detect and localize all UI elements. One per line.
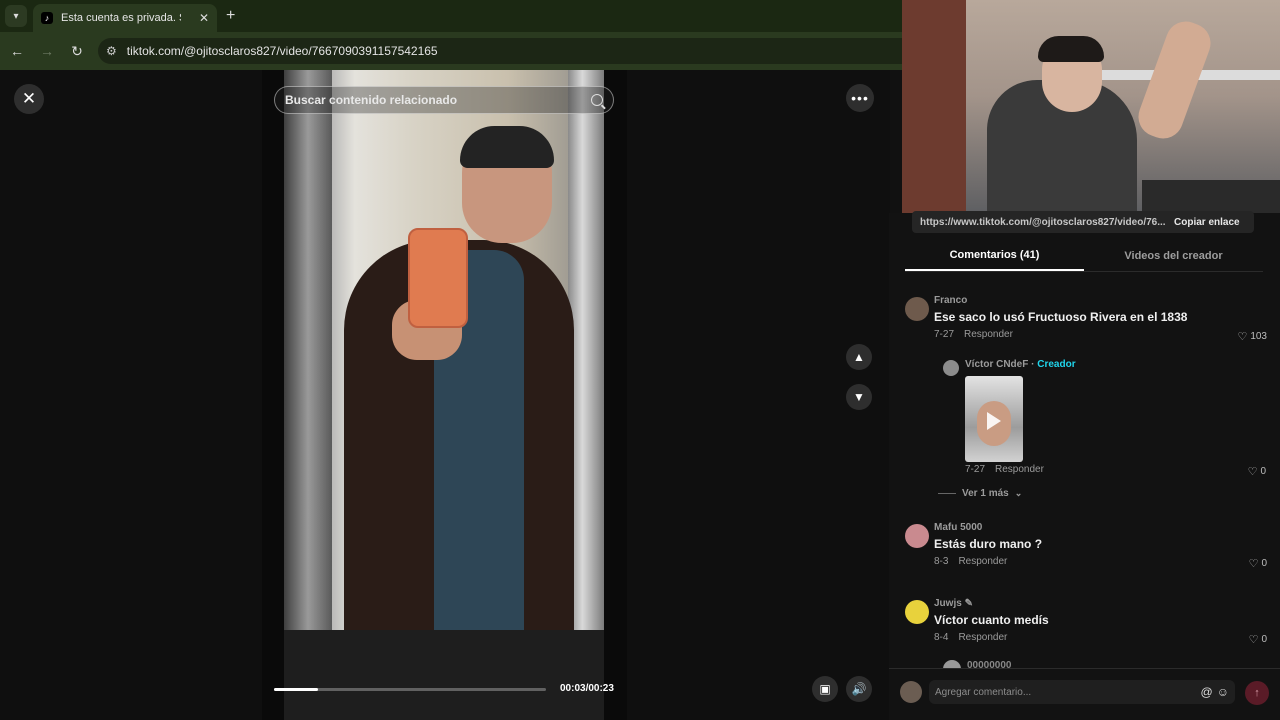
like-count: 0	[1261, 558, 1267, 569]
divider	[938, 493, 956, 494]
search-placeholder: Buscar contenido relacionado	[285, 93, 458, 107]
like-button[interactable]: ♡ 0	[1248, 465, 1266, 478]
reply-button[interactable]: Responder	[958, 556, 1007, 567]
panel-tabs: Comentarios (41) Videos del creador	[905, 240, 1263, 272]
play-icon[interactable]	[987, 412, 1001, 430]
picture-in-picture-icon[interactable]: ▣	[812, 676, 838, 702]
site-info-icon[interactable]: ⚙	[106, 44, 117, 58]
address-bar[interactable]: ⚙ tiktok.com/@ojitosclaros827/video/7667…	[98, 38, 902, 64]
webcam-wall	[902, 0, 966, 213]
reply-username-text: Víctor CNdeF	[965, 359, 1029, 370]
comment-username[interactable]: Juwjs ✎	[934, 598, 973, 609]
reply-username[interactable]: Víctor CNdeF · Creador	[965, 359, 1076, 370]
reply-date: 7-27	[965, 464, 986, 475]
heart-icon[interactable]: ♡	[1237, 330, 1247, 343]
tab-creator-videos[interactable]: Videos del creador	[1084, 240, 1263, 271]
webcam-keyboard	[1142, 180, 1280, 213]
more-options-icon[interactable]: •••	[846, 84, 874, 112]
mention-icon[interactable]: @	[1201, 685, 1213, 699]
avatar[interactable]	[943, 360, 959, 376]
webcam-arm	[1132, 15, 1217, 145]
elevator-floor	[284, 630, 604, 720]
reply-video-thumbnail[interactable]	[965, 376, 1023, 462]
like-button[interactable]: ♡ 0	[1249, 633, 1267, 646]
heart-icon[interactable]: ♡	[1249, 557, 1259, 570]
comment-username-text: Juwjs	[934, 598, 962, 609]
comment-input[interactable]: Agregar comentario... @ ☺	[929, 680, 1235, 704]
heart-icon[interactable]: ♡	[1249, 633, 1259, 646]
close-tab-icon[interactable]: ✕	[199, 11, 209, 25]
webcam-overlay	[902, 0, 1280, 213]
reply-button[interactable]: Responder	[964, 329, 1013, 340]
comment-meta: 8-4 Responder	[934, 632, 1007, 643]
comment-placeholder: Agregar comentario...	[935, 686, 1032, 698]
like-count: 0	[1260, 466, 1266, 477]
forward-icon[interactable]: →	[34, 38, 60, 64]
chevron-down-icon[interactable]: ▼	[846, 384, 872, 410]
view-more-label: Ver 1 más	[962, 488, 1009, 499]
reply-meta: 7-27 Responder	[965, 464, 1044, 475]
reload-icon[interactable]: ↻	[64, 38, 90, 64]
like-button[interactable]: ♡ 103	[1237, 330, 1267, 343]
heart-icon[interactable]: ♡	[1248, 465, 1258, 478]
send-button[interactable]: ↑	[1245, 681, 1269, 705]
comment-date: 8-4	[934, 632, 949, 643]
page: ▾ ♪ Esta cuenta es privada. Sigue ✕ + ← …	[0, 0, 1280, 720]
comment-text: Estás duro mano ?	[934, 537, 1043, 551]
comment-date: 8-3	[934, 556, 949, 567]
comment-meta: 8-3 Responder	[934, 556, 1007, 567]
reply-button[interactable]: Responder	[995, 464, 1044, 475]
comment-username[interactable]: Franco	[934, 295, 967, 306]
share-link[interactable]: https://www.tiktok.com/@ojitosclaros827/…	[920, 217, 1166, 228]
active-tab[interactable]: ♪ Esta cuenta es privada. Sigue ✕	[33, 4, 217, 32]
comment-text: Ese saco lo usó Fructuoso Rivera en el 1…	[934, 310, 1188, 324]
creator-badge: Creador	[1037, 359, 1076, 370]
close-icon[interactable]: ✕	[14, 84, 44, 114]
creator-reply: Víctor CNdeF · Creador 7-27 Responder ♡ 0	[941, 356, 1266, 486]
video-progress-bar[interactable]	[274, 688, 546, 691]
comment-date: 7-27	[934, 329, 955, 340]
search-input[interactable]: Buscar contenido relacionado	[274, 86, 614, 114]
video-progress-fill	[274, 688, 318, 691]
edit-icon: ✎	[964, 598, 973, 609]
view-more-replies[interactable]: Ver 1 más ⌄	[938, 488, 1022, 499]
avatar[interactable]	[905, 600, 929, 624]
like-count: 103	[1250, 331, 1267, 342]
like-button[interactable]: ♡ 0	[1249, 557, 1267, 570]
new-tab-button[interactable]: +	[226, 7, 235, 25]
share-link-row: https://www.tiktok.com/@ojitosclaros827/…	[912, 211, 1254, 233]
comment-composer: Agregar comentario... @ ☺ ↑	[889, 668, 1280, 720]
like-count: 0	[1261, 634, 1267, 645]
phone	[408, 228, 468, 328]
tab-comments[interactable]: Comentarios (41)	[905, 240, 1084, 271]
comment-text: Víctor cuanto medís	[934, 613, 1049, 627]
avatar[interactable]	[905, 297, 929, 321]
webcam-hair	[1038, 36, 1104, 62]
elevator-wall	[284, 70, 332, 720]
comment-meta: 7-27 Responder	[934, 329, 1013, 340]
avatar	[900, 681, 922, 703]
person-hair	[460, 126, 554, 168]
tab-title: Esta cuenta es privada. Sigue	[61, 12, 181, 24]
search-icon[interactable]	[591, 94, 603, 106]
copy-link-button[interactable]: Copiar enlace	[1174, 217, 1240, 228]
back-icon[interactable]: ←	[4, 38, 30, 64]
video-player[interactable]	[284, 70, 604, 720]
volume-icon[interactable]: 🔊	[846, 676, 872, 702]
tab-strip: ▾ ♪ Esta cuenta es privada. Sigue ✕ +	[0, 0, 902, 32]
video-time: 00:03/00:23	[560, 683, 614, 694]
url-text: tiktok.com/@ojitosclaros827/video/766709…	[126, 44, 438, 58]
browser-chrome: ▾ ♪ Esta cuenta es privada. Sigue ✕ + ← …	[0, 0, 902, 70]
emoji-icon[interactable]: ☺	[1217, 685, 1229, 699]
reply-button[interactable]: Responder	[958, 632, 1007, 643]
tiktok-icon: ♪	[41, 12, 53, 24]
chevron-down-icon: ⌄	[1014, 488, 1023, 498]
chevron-up-icon[interactable]: ▲	[846, 344, 872, 370]
avatar[interactable]	[905, 524, 929, 548]
comment-username[interactable]: Mafu 5000	[934, 522, 982, 533]
tab-search-button[interactable]: ▾	[5, 5, 27, 27]
